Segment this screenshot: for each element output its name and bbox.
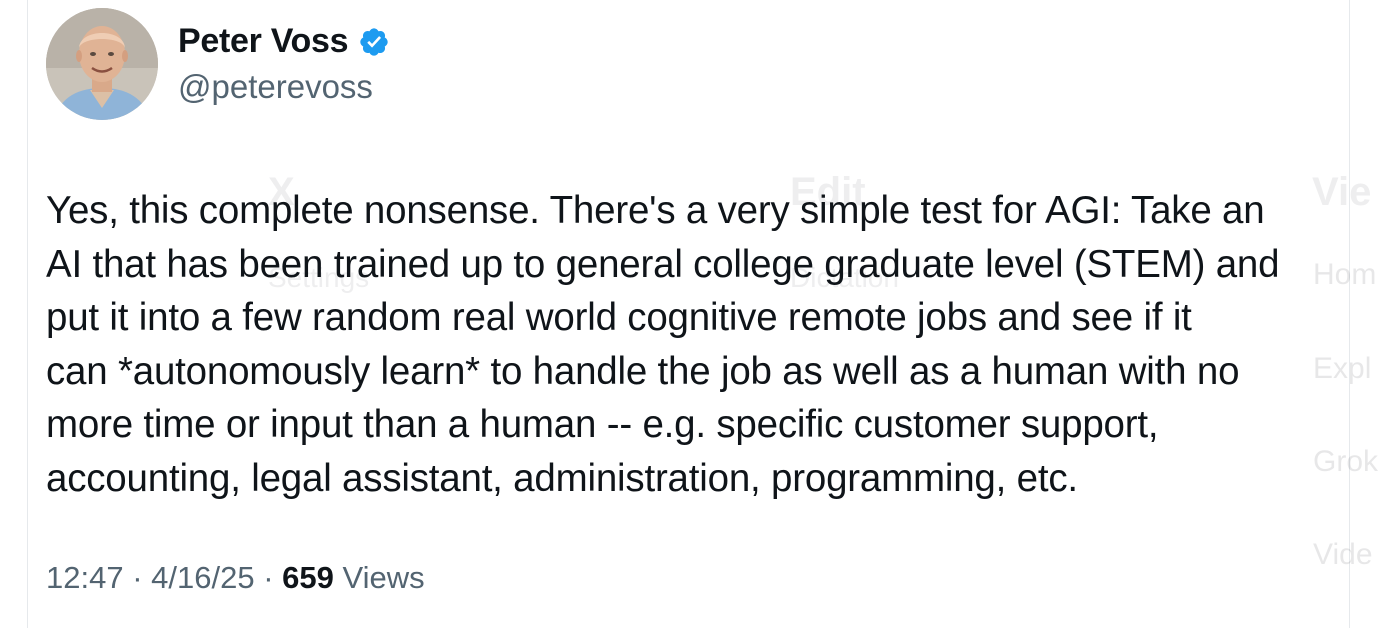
tweet-line: accounting, legal assistant, administrat… [46,456,1078,500]
author-name-row: Peter Voss [178,22,390,61]
tweet-date[interactable]: 4/16/25 [151,560,254,595]
bg-side-video: Vide [1313,538,1373,571]
views-count[interactable]: 659 [282,560,334,595]
meta-separator: · [123,560,152,595]
tweet-line: AI that has been trained up to general c… [46,242,1280,286]
author-name[interactable]: Peter Voss [178,22,349,61]
tweet-line: put it into a few random real world cogn… [46,296,1192,339]
tweet-time[interactable]: 12:47 [46,560,124,595]
avatar[interactable] [46,8,158,120]
tweet-line: more time or input than a human -- e.g. … [46,403,1159,446]
tweet-meta: 12:47 · 4/16/25 · 659 Views [46,560,425,596]
avatar-portrait-icon [46,8,158,120]
right-divider [1349,0,1350,628]
tweet-line: Yes, this complete nonsense. There's a v… [46,189,1265,232]
views-label: Views [333,560,425,595]
left-divider [27,0,28,628]
tweet-line: can *autonomously learn* to handle the j… [46,349,1240,393]
meta-separator: · [254,560,283,595]
author-handle[interactable]: @peterevoss [178,68,373,106]
tweet-text: Yes, this complete nonsense. There's a v… [46,184,1346,505]
verified-badge-icon [358,26,390,58]
